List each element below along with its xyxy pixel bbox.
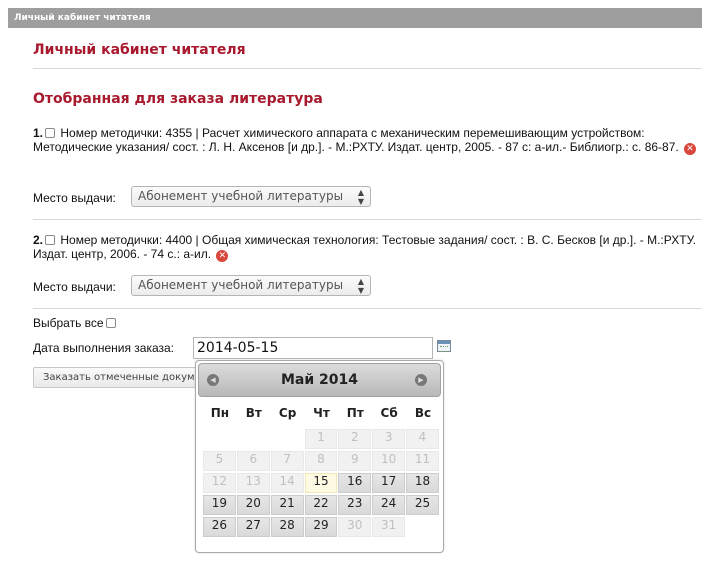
day-cell-8: 8 <box>304 451 338 471</box>
day-cell-12: 12 <box>203 473 236 493</box>
item-divider <box>33 219 702 220</box>
select-all-checkbox[interactable] <box>105 318 116 328</box>
day-cell-29[interactable]: 29 <box>304 517 338 537</box>
select-all-row: Выбрать все <box>33 316 118 330</box>
day-cell-16[interactable]: 16 <box>338 473 372 493</box>
weekday-header: Сб <box>380 406 398 420</box>
day-cell-28[interactable]: 28 <box>270 517 304 537</box>
pickup-location-select[interactable]: Абонемент учебной литературы ▲ ▼ <box>131 186 371 207</box>
day-cell-27[interactable]: 27 <box>236 517 270 537</box>
day-cell-14: 14 <box>270 473 304 493</box>
day-cell-2: 2 <box>338 429 372 449</box>
item-number: 2. <box>33 233 44 247</box>
weekday-header: Чт <box>313 406 330 420</box>
next-month-icon[interactable]: ▶ <box>415 374 427 386</box>
pickup-location-label: Место выдачи: <box>33 280 116 294</box>
day-cell-11: 11 <box>406 451 439 471</box>
weekday-header: Пт <box>346 406 364 420</box>
day-cell-7: 7 <box>270 451 304 471</box>
order-item-2: 2. Номер методички: 4400 | Общая химичес… <box>33 233 702 262</box>
day-cell-31: 31 <box>372 517 406 537</box>
day-cell-4: 4 <box>406 429 439 449</box>
page-title: Личный кабинет читателя <box>33 42 246 58</box>
day-cell-15[interactable]: 15 <box>304 473 338 493</box>
day-cell-3: 3 <box>372 429 406 449</box>
day-cell-10: 10 <box>372 451 406 471</box>
day-cell-9: 9 <box>338 451 372 471</box>
day-cell-20[interactable]: 20 <box>236 495 270 515</box>
day-cell-17[interactable]: 17 <box>372 473 406 493</box>
section-title: Отобранная для заказа литература <box>33 91 323 107</box>
day-cell-5: 5 <box>203 451 236 471</box>
pickup-location-value: Абонемент учебной литературы <box>138 278 344 292</box>
weekday-header: Вт <box>245 406 262 420</box>
pickup-location-select[interactable]: Абонемент учебной литературы ▲ ▼ <box>131 275 371 296</box>
empty-day-cell <box>237 429 270 449</box>
item-divider <box>33 308 702 309</box>
datepicker-popup: ◀ Май 2014 ▶ Пн Вт Ср Чт Пт Сб Вс 1 2 3 4 5 6 7 8 9 10 1… <box>195 360 444 553</box>
weekday-header: Пн <box>210 406 230 420</box>
pickup-location-label: Место выдачи: <box>33 191 116 205</box>
day-cell-24[interactable]: 24 <box>372 495 406 515</box>
day-cell-18[interactable]: 18 <box>406 473 439 493</box>
order-date-input[interactable]: 2014-05-15 <box>193 337 433 359</box>
item-description: Номер методички: 4400 | Общая химическая… <box>33 233 696 261</box>
pickup-location-value: Абонемент учебной литературы <box>138 189 344 203</box>
item-description: Номер методички: 4355 | Расчет химическо… <box>33 126 679 154</box>
datepicker-days-grid: 1 2 3 4 5 6 7 8 9 10 11 12 13 14 15 16 17 18 19 20 21 22 23 24 2… <box>203 429 440 537</box>
weekday-header: Вс <box>414 406 432 420</box>
select-arrows-icon: ▲ ▼ <box>357 188 364 206</box>
day-cell-23[interactable]: 23 <box>338 495 372 515</box>
datepicker-month-title: Май 2014 <box>280 372 359 388</box>
empty-day-cell <box>203 429 236 449</box>
day-cell-25[interactable]: 25 <box>406 495 439 515</box>
day-cell-22[interactable]: 22 <box>304 495 338 515</box>
select-all-label: Выбрать все <box>33 316 104 330</box>
datepicker-weekdays: Пн Вт Ср Чт Пт Сб Вс <box>203 406 440 420</box>
day-cell-21[interactable]: 21 <box>270 495 304 515</box>
remove-icon[interactable]: ✕ <box>684 143 697 155</box>
select-arrows-icon: ▲ ▼ <box>357 277 364 295</box>
order-date-label: Дата выполнения заказа: <box>33 341 175 355</box>
weekday-header: Ср <box>278 406 297 420</box>
day-cell-19[interactable]: 19 <box>203 495 236 515</box>
day-cell-6: 6 <box>236 451 270 471</box>
remove-icon[interactable]: ✕ <box>216 250 229 262</box>
datepicker-header: ◀ Май 2014 ▶ <box>198 363 441 397</box>
item-checkbox[interactable] <box>45 128 56 138</box>
title-divider <box>33 68 702 69</box>
top-bar: Личный кабинет читателя <box>8 8 702 28</box>
day-cell-13: 13 <box>236 473 270 493</box>
order-item-1: 1. Номер методички: 4355 | Расчет химиче… <box>33 126 702 155</box>
day-cell-30: 30 <box>338 517 372 537</box>
calendar-icon[interactable] <box>437 340 451 352</box>
empty-day-cell <box>271 429 304 449</box>
item-checkbox[interactable] <box>45 235 56 245</box>
item-number: 1. <box>33 126 44 140</box>
day-cell-1: 1 <box>304 429 338 449</box>
day-cell-26[interactable]: 26 <box>203 517 236 537</box>
